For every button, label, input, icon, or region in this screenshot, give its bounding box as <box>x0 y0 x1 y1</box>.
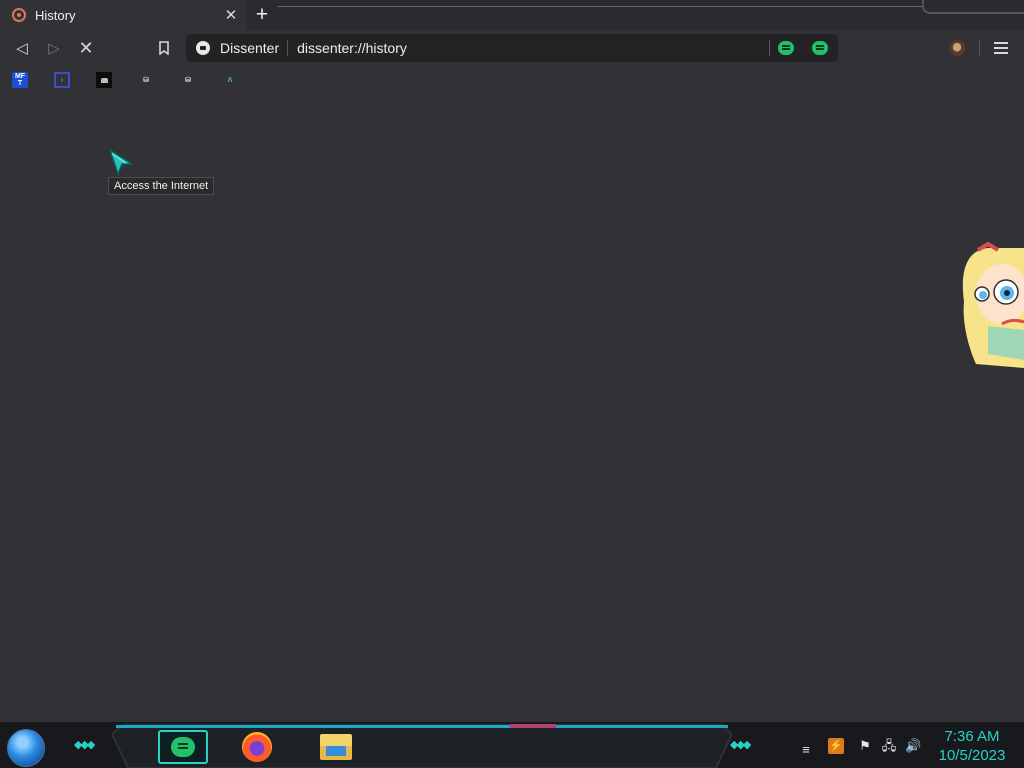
taskbar-firefox-app[interactable] <box>240 730 274 764</box>
hamburger-line <box>994 47 1008 49</box>
browser-toolbar: ◁ ▷ ✕ Dissenter dissenter://history <box>0 30 1024 66</box>
dungeon-icon: ⛁ <box>143 77 149 84</box>
stop-loading-button[interactable]: ✕ <box>74 36 98 60</box>
tab-title: History <box>35 7 76 23</box>
history-tab-favicon-icon <box>12 8 26 22</box>
back-button[interactable]: ◁ <box>10 36 34 60</box>
bookmark-password[interactable] <box>96 72 120 88</box>
bookmark-icon <box>159 41 169 55</box>
profile-avatar[interactable] <box>949 40 965 56</box>
url-text[interactable]: dissenter://history <box>297 40 769 56</box>
hamburger-line <box>994 52 1008 54</box>
taskbar-file-explorer-app[interactable] <box>319 730 353 764</box>
dissenter-comment-icon[interactable] <box>778 41 794 55</box>
show-hidden-icons-icon[interactable]: ≡ <box>795 742 817 758</box>
captcha-icon: Λ <box>227 76 233 84</box>
toolbar-divider <box>979 40 980 56</box>
bookmark-dungeon[interactable]: ⛁ <box>138 72 162 88</box>
window-controls[interactable] <box>922 0 1024 14</box>
action-center-flag-icon[interactable]: ⚑ <box>857 738 873 754</box>
cartoon-girl-sticker <box>962 242 1024 368</box>
folder-icon <box>320 734 352 760</box>
password-icon <box>96 72 112 88</box>
bookmark-vnc[interactable]: ⛁ <box>180 72 204 88</box>
bookmark-glass[interactable]: › <box>54 72 78 88</box>
taskbar-chevron-icon: ◆◆◆ <box>730 739 751 751</box>
tab-history[interactable]: History ✕ <box>0 0 246 30</box>
tab-strip-divider <box>278 6 928 7</box>
firefox-icon <box>242 732 272 762</box>
tray-app-icon[interactable]: ⚡ <box>828 738 844 754</box>
start-button[interactable] <box>7 729 45 767</box>
glass-icon: › <box>54 72 70 88</box>
bookmarks-bar: MF T › ⛁ ⛁ Λ <box>0 66 1024 94</box>
gab-app-icon <box>171 737 195 757</box>
mediafire-icon: MF T <box>12 72 28 88</box>
taskbar-clock[interactable]: 7:36 AM 10/5/2023 <box>930 727 1014 765</box>
volume-icon[interactable]: 🔊 <box>905 738 921 754</box>
dissenter-site-icon <box>196 41 210 55</box>
cursor-tooltip: Access the Internet <box>108 177 215 195</box>
site-name: Dissenter <box>220 40 280 56</box>
clock-time: 7:36 AM <box>944 728 1000 745</box>
omnibox-divider <box>769 40 770 56</box>
tab-strip: History ✕ + <box>0 0 1024 30</box>
network-icon[interactable]: 🖧 <box>881 738 897 754</box>
clock-date: 10/5/2023 <box>938 747 1006 764</box>
site-info-chip[interactable]: Dissenter <box>196 40 289 56</box>
close-tab-icon[interactable]: ✕ <box>222 6 240 24</box>
browser-menu-button[interactable] <box>994 40 1008 56</box>
hamburger-icon <box>994 42 1008 44</box>
mouse-cursor-icon <box>108 148 134 176</box>
taskbar-chevron-icon: ◆◆◆ <box>74 739 95 751</box>
forward-button[interactable]: ▷ <box>42 36 66 60</box>
bookmark-mediafire[interactable]: MF T <box>12 72 36 88</box>
new-tab-button[interactable]: + <box>252 4 272 25</box>
bookmark-captcha[interactable]: Λ <box>222 72 246 88</box>
bookmark-page-button[interactable] <box>152 36 176 60</box>
gab-extension-icon[interactable] <box>812 41 828 55</box>
taskbar-gab-app[interactable] <box>158 730 208 764</box>
vnc-icon: ⛁ <box>185 77 191 84</box>
address-bar[interactable]: Dissenter dissenter://history <box>186 34 838 62</box>
